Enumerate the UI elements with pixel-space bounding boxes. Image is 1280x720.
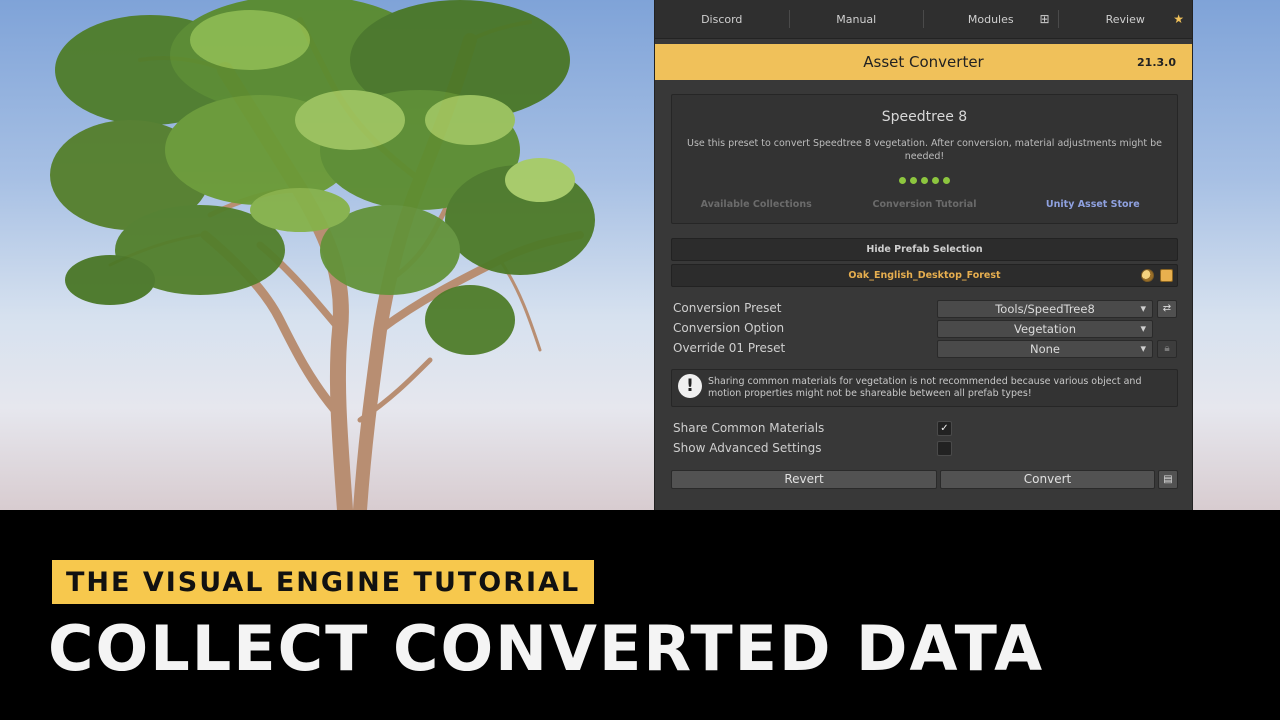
link-available-collections[interactable]: Available Collections xyxy=(672,199,840,210)
nav-review[interactable]: Review ★ xyxy=(1059,10,1193,28)
preset-title: Speedtree 8 xyxy=(881,109,968,125)
show-advanced-label: Show Advanced Settings xyxy=(673,441,822,455)
headline: COLLECT CONVERTED DATA xyxy=(48,612,1045,685)
prefab-field[interactable]: Oak_English_Desktop_Forest xyxy=(671,264,1178,287)
conversion-preset-value: Tools/SpeedTree8 xyxy=(995,302,1095,316)
hide-prefab-selection-button[interactable]: Hide Prefab Selection xyxy=(671,238,1178,261)
rating-dot xyxy=(943,177,950,184)
prefab-name: Oak_English_Desktop_Forest xyxy=(848,270,1001,281)
panel-header: Asset Converter 21.3.0 xyxy=(655,44,1192,80)
show-advanced-checkbox[interactable] xyxy=(937,441,952,456)
conversion-preset-dropdown[interactable]: Tools/SpeedTree8 xyxy=(937,300,1153,318)
override-preset-label: Override 01 Preset xyxy=(673,341,786,355)
modules-add-icon[interactable]: ⊞ xyxy=(1039,12,1049,26)
rating-dots xyxy=(672,177,1177,184)
nav-discord[interactable]: Discord xyxy=(655,10,790,28)
panel-title: Asset Converter xyxy=(863,53,984,71)
rating-dot xyxy=(910,177,917,184)
nav-manual-label: Manual xyxy=(836,12,877,26)
prefab-icons xyxy=(1141,269,1173,282)
share-common-label: Share Common Materials xyxy=(673,421,825,435)
revert-button[interactable]: Revert xyxy=(671,470,937,489)
nav-review-label: Review xyxy=(1105,12,1145,26)
preset-settings-icon[interactable]: ⇄ xyxy=(1157,300,1177,318)
conversion-option-row: Conversion Option Vegetation xyxy=(673,320,1178,338)
tutorial-tag: THE VISUAL ENGINE TUTORIAL xyxy=(52,560,595,604)
override-preset-dropdown[interactable]: None xyxy=(937,340,1153,358)
rating-dot xyxy=(921,177,928,184)
preset-links: Available Collections Conversion Tutoria… xyxy=(672,199,1177,210)
material-icon[interactable] xyxy=(1141,269,1154,282)
version-label: 21.3.0 xyxy=(1137,55,1176,69)
preset-description: Use this preset to convert Speedtree 8 v… xyxy=(686,138,1163,162)
warning-icon: ! xyxy=(678,374,702,398)
override-preset-row: Override 01 Preset None 🔒︎ xyxy=(673,340,1178,358)
show-advanced-row: Show Advanced Settings xyxy=(673,440,1178,458)
conversion-option-dropdown[interactable]: Vegetation xyxy=(937,320,1153,338)
convert-button[interactable]: Convert xyxy=(940,470,1155,489)
revert-label: Revert xyxy=(784,472,824,486)
conversion-option-label: Conversion Option xyxy=(673,321,785,335)
share-common-checkbox[interactable]: ✓ xyxy=(937,421,952,436)
prefab-cube-icon[interactable] xyxy=(1160,269,1173,282)
nav-modules-label: Modules xyxy=(967,12,1014,26)
asset-converter-panel: Discord Manual Modules ⊞ Review ★ Asset Co… xyxy=(654,0,1193,510)
override-preset-value: None xyxy=(1029,342,1060,356)
lock-icon[interactable]: 🔒︎ xyxy=(1157,340,1177,358)
checkmark-icon: ✓ xyxy=(940,423,949,434)
nav-discord-label: Discord xyxy=(701,12,743,26)
share-common-row: Share Common Materials ✓ xyxy=(673,420,1178,438)
link-conversion-tutorial[interactable]: Conversion Tutorial xyxy=(840,199,1008,210)
top-nav: Discord Manual Modules ⊞ Review ★ xyxy=(655,0,1192,39)
star-icon: ★ xyxy=(1173,12,1184,26)
warning-box: ! Sharing common materials for vegetatio… xyxy=(671,369,1178,407)
hide-prefab-selection-label: Hide Prefab Selection xyxy=(866,244,983,255)
nav-modules[interactable]: Modules ⊞ xyxy=(924,10,1059,28)
nav-manual[interactable]: Manual xyxy=(790,10,924,28)
preset-info-card: Speedtree 8 Use this preset to convert S… xyxy=(671,94,1178,224)
archive-icon[interactable]: ▤ xyxy=(1158,470,1178,489)
tutorial-tag-text: THE VISUAL ENGINE TUTORIAL xyxy=(66,566,581,598)
link-unity-asset-store[interactable]: Unity Asset Store xyxy=(1009,199,1177,210)
conversion-preset-label: Conversion Preset xyxy=(673,301,782,315)
warning-text: Sharing common materials for vegetation … xyxy=(708,376,1142,399)
conversion-option-value: Vegetation xyxy=(1013,322,1076,336)
rating-dot xyxy=(932,177,939,184)
conversion-preset-row: Conversion Preset Tools/SpeedTree8 ⇄ xyxy=(673,300,1178,318)
rating-dot xyxy=(899,177,906,184)
convert-label: Convert xyxy=(1023,472,1072,486)
